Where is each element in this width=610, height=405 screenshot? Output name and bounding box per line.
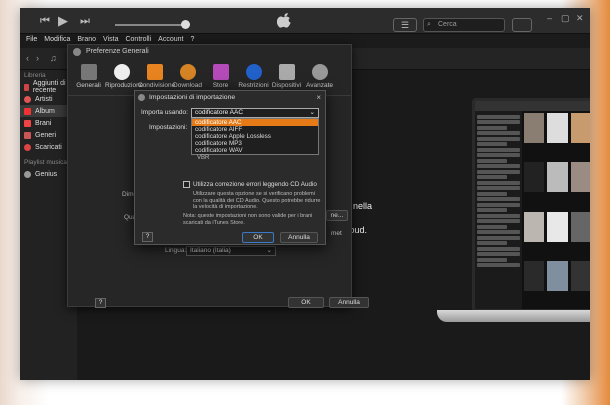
itunes-icon bbox=[138, 94, 145, 101]
itunes-window: ⏮ ▶ ⏭ ☰ ⌕ Cerca – ▢ ✕ File Modifica Brano… bbox=[20, 8, 590, 380]
player-bar: ⏮ ▶ ⏭ ☰ ⌕ Cerca – ▢ ✕ bbox=[20, 8, 590, 34]
language-select[interactable]: Italiano (Italia) ⌄ bbox=[186, 246, 276, 256]
volume-knob[interactable] bbox=[181, 20, 190, 29]
close-window-icon[interactable]: ✕ bbox=[576, 13, 584, 24]
next-icon[interactable]: ⏭ bbox=[80, 15, 90, 28]
chevron-down-icon: ⌄ bbox=[266, 247, 272, 254]
pref-help-button[interactable]: ? bbox=[95, 298, 106, 308]
settings-label: Impostazioni: bbox=[149, 124, 188, 131]
laptop-screen bbox=[472, 98, 590, 312]
import-title: Impostazioni di importazione bbox=[135, 91, 325, 103]
back-icon[interactable]: ‹ bbox=[26, 53, 29, 63]
search-icon: ⌕ bbox=[427, 21, 431, 28]
menu-file[interactable]: File bbox=[26, 36, 37, 46]
encoder-options-list: codificatore AAC codificatore AIFF codif… bbox=[191, 118, 319, 155]
import-using-label: Importa usando: bbox=[141, 109, 188, 116]
minimize-icon[interactable]: – bbox=[547, 13, 552, 23]
option-mp3[interactable]: codificatore MP3 bbox=[192, 140, 318, 147]
error-correction-label: Utilizza correzione errori leggendo CD A… bbox=[193, 181, 317, 188]
song-icon bbox=[24, 119, 31, 127]
import-cancel-button[interactable]: Annulla bbox=[280, 232, 318, 243]
artist-icon bbox=[24, 95, 31, 103]
play-icon[interactable]: ▶ bbox=[58, 13, 68, 29]
restriction-icon bbox=[245, 64, 262, 80]
volume-slider[interactable] bbox=[115, 20, 190, 29]
option-wav[interactable]: codificatore WAV bbox=[192, 147, 318, 154]
close-icon[interactable]: × bbox=[316, 93, 321, 102]
list-icon[interactable]: ☰ bbox=[393, 18, 417, 32]
recent-icon bbox=[24, 83, 29, 91]
airplay-button[interactable] bbox=[512, 18, 532, 32]
phone-icon bbox=[278, 64, 295, 80]
album-icon bbox=[24, 107, 31, 115]
gear-icon bbox=[311, 64, 328, 80]
option-aiff[interactable]: codificatore AIFF bbox=[192, 126, 318, 133]
pref-ok-button[interactable]: OK bbox=[288, 297, 324, 308]
pref-side-button[interactable]: ne... bbox=[326, 210, 348, 221]
store-bag-icon bbox=[212, 64, 229, 80]
error-correction-description: Utilizzare questa opzione se si verifica… bbox=[193, 191, 321, 210]
laptop-illustration bbox=[437, 98, 590, 324]
import-ok-button[interactable]: OK bbox=[242, 232, 274, 243]
apple-logo-icon bbox=[277, 13, 291, 28]
import-help-button[interactable]: ? bbox=[142, 232, 153, 242]
download-arrow-icon bbox=[179, 64, 196, 80]
itunes-icon bbox=[73, 48, 81, 56]
import-settings-dialog: Impostazioni di importazione × Importa u… bbox=[134, 90, 326, 245]
pref-cancel-button[interactable]: Annulla bbox=[329, 297, 369, 308]
genius-icon bbox=[24, 170, 31, 178]
device-icon bbox=[80, 64, 97, 80]
play-circle-icon bbox=[113, 64, 130, 80]
forward-icon[interactable]: › bbox=[36, 53, 39, 63]
maximize-icon[interactable]: ▢ bbox=[561, 13, 570, 24]
option-aac[interactable]: codificatore AAC bbox=[192, 119, 318, 126]
label-lingua: Lingua: bbox=[165, 247, 187, 254]
import-note: Nota: queste impostazioni non sono valid… bbox=[183, 213, 313, 226]
encoder-select[interactable]: codificatore AAC ⌄ bbox=[191, 108, 319, 118]
error-correction-checkbox[interactable] bbox=[183, 181, 190, 188]
previous-icon[interactable]: ⏮ bbox=[40, 15, 50, 28]
option-apple-lossless[interactable]: codificatore Apple Lossless bbox=[192, 133, 318, 140]
vbr-label: VBR bbox=[197, 155, 210, 161]
share-icon bbox=[146, 64, 163, 80]
laptop-base bbox=[437, 310, 590, 322]
preferences-title: Preferenze Generali bbox=[68, 45, 351, 58]
search-input[interactable]: ⌕ Cerca bbox=[423, 18, 505, 32]
label-met: met bbox=[331, 230, 342, 237]
genre-icon bbox=[24, 131, 31, 139]
music-note-icon[interactable]: ♫ bbox=[50, 53, 57, 63]
chevron-down-icon: ⌄ bbox=[309, 109, 315, 116]
download-icon bbox=[24, 143, 31, 151]
tab-generali[interactable]: Generali bbox=[72, 58, 105, 96]
